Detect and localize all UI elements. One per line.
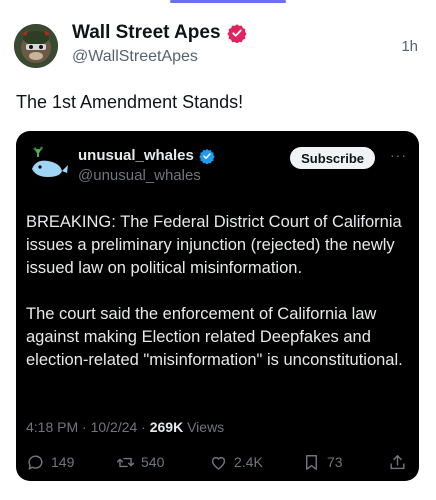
quoted-author-name[interactable]: unusual_whales [78, 147, 194, 164]
post-text: The 1st Amendment Stands! [16, 92, 244, 112]
quoted-post-card[interactable]: unusual_whales @unusual_whales Subscribe… [16, 131, 419, 481]
reply-count: 149 [51, 454, 75, 470]
like-button[interactable]: 2.4K [209, 453, 263, 472]
quoted-post-body: BREAKING: The Federal District Court of … [26, 211, 409, 372]
like-count: 2.4K [234, 454, 263, 470]
subscribe-button[interactable]: Subscribe [290, 147, 375, 169]
quoted-author-block: unusual_whales @unusual_whales [78, 147, 215, 184]
author-handle[interactable]: @WallStreetApes [72, 48, 247, 66]
verified-badge-icon [199, 148, 215, 164]
author-name[interactable]: Wall Street Apes [72, 22, 221, 44]
share-button[interactable] [388, 453, 407, 472]
post-time[interactable]: 1h [401, 38, 418, 55]
repost-count: 540 [141, 454, 165, 470]
quoted-timestamp[interactable]: 4:18 PM · 10/2/24 · [26, 419, 150, 435]
reply-button[interactable]: 149 [26, 453, 74, 472]
repost-icon [116, 457, 135, 467]
author-block: Wall Street Apes @WallStreetApes [72, 22, 247, 66]
quoted-paragraph-1: BREAKING: The Federal District Court of … [26, 213, 402, 277]
quoted-author-handle[interactable]: @unusual_whales [78, 167, 215, 184]
whale-logo-icon [26, 143, 70, 187]
bookmark-button[interactable]: 73 [302, 453, 343, 472]
ape-avatar-image [14, 24, 58, 68]
reply-icon [28, 454, 43, 470]
verified-badge-icon [226, 24, 247, 43]
avatar[interactable] [14, 24, 58, 68]
bookmark-icon [306, 454, 317, 470]
quoted-post-meta: 4:18 PM · 10/2/24 · 269K Views [26, 419, 224, 435]
quoted-action-bar: 149 540 2.4K 73 [26, 451, 407, 473]
active-tab-indicator [170, 0, 286, 3]
views-label: Views [183, 419, 225, 435]
quoted-paragraph-2: The court said the enforcement of Califo… [26, 305, 403, 369]
quoted-avatar[interactable] [26, 143, 70, 187]
bookmark-count: 73 [327, 454, 343, 470]
like-icon [211, 456, 226, 470]
share-icon [390, 454, 405, 469]
quoted-post-header: unusual_whales @unusual_whales Subscribe… [26, 143, 407, 187]
views-count: 269K [149, 419, 184, 435]
post-header: Wall Street Apes @WallStreetApes 1h [14, 22, 418, 72]
repost-button[interactable]: 540 [116, 453, 164, 472]
more-options-icon[interactable]: ··· [390, 147, 407, 163]
